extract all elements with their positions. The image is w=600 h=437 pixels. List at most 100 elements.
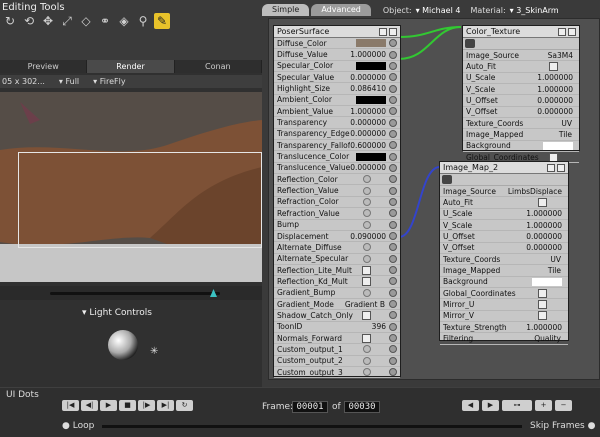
param-value[interactable]: 0.090000 <box>350 232 386 241</box>
node-row[interactable]: V_Offset 0.000000 <box>463 107 579 119</box>
light-sphere[interactable] <box>108 330 138 360</box>
input-connector-icon[interactable] <box>389 39 397 48</box>
renderer-dropdown[interactable]: ▾ FireFly <box>93 77 125 86</box>
node-row[interactable]: Custom_output_3 <box>274 367 400 379</box>
node-row[interactable]: Reflection_Kd_Mult <box>274 276 400 288</box>
param-value[interactable]: 0.000000 <box>350 73 386 82</box>
loop-label[interactable]: ● Loop <box>62 421 94 431</box>
tab-preview[interactable]: Preview <box>0 60 88 73</box>
help-icon[interactable] <box>363 243 371 252</box>
input-connector-icon[interactable] <box>389 141 397 150</box>
input-connector-icon[interactable] <box>389 254 397 263</box>
skip-frames-label[interactable]: Skip Frames ● <box>530 421 595 431</box>
edit-tool-icon[interactable]: ✎ <box>154 13 170 29</box>
input-connector-icon[interactable] <box>389 277 397 286</box>
node-row[interactable]: U_Scale 1.000000 <box>463 73 579 85</box>
node-row[interactable]: Gradient_Bump <box>274 288 400 299</box>
help-icon[interactable] <box>363 356 371 365</box>
param-value[interactable]: 1.000000 <box>526 323 562 332</box>
param-value[interactable]: 1.000000 <box>350 107 386 116</box>
node-preview-icon[interactable] <box>557 163 565 172</box>
magnify-tool-icon[interactable]: ⚲ <box>135 13 151 29</box>
input-connector-icon[interactable] <box>389 163 397 172</box>
key-icon-button[interactable]: ⊶ <box>502 400 532 411</box>
node-row[interactable]: Auto_Fit <box>463 61 579 73</box>
input-connector-icon[interactable] <box>389 266 397 275</box>
node-row[interactable]: Texture_Coords UV <box>463 118 579 130</box>
tab-advanced[interactable]: Advanced <box>311 4 371 16</box>
param-value[interactable]: 0.000000 <box>526 243 562 252</box>
node-row[interactable]: Transparency_Falloff 0.600000 <box>274 140 400 152</box>
param-value[interactable]: 0.000000 <box>537 96 573 105</box>
node-row[interactable]: Auto_Fit <box>440 197 568 209</box>
node-row[interactable]: Refraction_Color <box>274 197 400 209</box>
input-connector-icon[interactable] <box>389 322 397 331</box>
render-region-frame[interactable] <box>18 152 262 248</box>
node-row[interactable]: Ambient_Color <box>274 95 400 107</box>
param-checkbox[interactable] <box>538 198 547 208</box>
shader-canvas[interactable]: PoserSurface Diffuse_Color Diffuse_Value 1… <box>268 18 600 380</box>
input-connector-icon[interactable] <box>389 175 397 184</box>
param-value[interactable]: 1.000000 <box>526 209 562 218</box>
poser-surface-node[interactable]: PoserSurface Diffuse_Color Diffuse_Value 1… <box>273 25 401 379</box>
node-row[interactable]: Reflection_Value <box>274 185 400 197</box>
input-connector-icon[interactable] <box>389 197 397 206</box>
play-button[interactable]: ▶ <box>100 400 117 411</box>
help-icon[interactable] <box>363 186 371 195</box>
input-connector-icon[interactable] <box>389 345 397 354</box>
param-value[interactable]: 396 <box>350 322 386 331</box>
tab-render[interactable]: Render <box>87 60 175 73</box>
color-texture-node[interactable]: Color_Texture Image_Source Sa3M4 Auto_Fit U… <box>462 25 580 164</box>
param-value[interactable]: 0.000000 <box>350 163 386 172</box>
input-connector-icon[interactable] <box>389 50 397 59</box>
param-value[interactable]: Sa3M4 <box>537 51 573 60</box>
node-row[interactable]: Gradient_Mode Gradient B <box>274 299 400 311</box>
node-row[interactable]: Translucence_Value 0.000000 <box>274 163 400 175</box>
taper-tool-icon[interactable]: ◇ <box>78 13 94 29</box>
timeline-track[interactable] <box>102 425 522 428</box>
node-min-icon[interactable] <box>547 163 555 172</box>
color-swatch[interactable] <box>356 39 386 48</box>
node-row[interactable]: U_Offset 0.000000 <box>463 95 579 107</box>
to-end-button[interactable]: ▶| <box>157 400 174 411</box>
param-value[interactable]: LimbsDisplace <box>508 187 562 196</box>
loop-button[interactable]: ↻ <box>176 400 193 411</box>
node-row[interactable]: Transparency_Edge 0.000000 <box>274 129 400 141</box>
node-row[interactable]: V_Offset 0.000000 <box>440 243 568 255</box>
node-row[interactable]: U_Offset 0.000000 <box>440 231 568 243</box>
node-preview-icon[interactable] <box>568 27 576 36</box>
node-row[interactable]: Mirror_V <box>440 311 568 323</box>
input-connector-icon[interactable] <box>389 107 397 116</box>
current-frame-field[interactable]: 00001 <box>292 401 328 413</box>
add-key-button[interactable]: + <box>535 400 552 411</box>
node-row[interactable]: Translucence_Color <box>274 151 400 163</box>
stop-button[interactable]: ■ <box>119 400 136 411</box>
input-connector-icon[interactable] <box>389 152 397 161</box>
param-checkbox[interactable] <box>362 310 371 320</box>
param-dropdown[interactable]: UV <box>550 255 561 264</box>
input-connector-icon[interactable] <box>389 95 397 104</box>
input-connector-icon[interactable] <box>389 311 397 320</box>
scrubber-track[interactable] <box>50 292 220 295</box>
node-row[interactable]: Mirror_U <box>440 299 568 311</box>
input-connector-icon[interactable] <box>389 220 397 229</box>
to-start-button[interactable]: |◀ <box>62 400 79 411</box>
input-connector-icon[interactable] <box>389 73 397 82</box>
node-row[interactable]: V_Scale 1.000000 <box>440 220 568 232</box>
tab-conan[interactable]: Conan <box>175 60 262 73</box>
input-connector-icon[interactable] <box>389 243 397 252</box>
node-min-icon[interactable] <box>379 27 387 36</box>
param-value[interactable]: 1.000000 <box>526 221 562 230</box>
color-swatch[interactable] <box>543 141 573 150</box>
color-swatch[interactable] <box>356 61 386 70</box>
param-value[interactable]: 0.000000 <box>350 118 386 127</box>
node-row[interactable]: Specular_Value 0.000000 <box>274 72 400 84</box>
next-key-button[interactable]: ▶ <box>482 400 499 411</box>
param-value[interactable]: 1.000000 <box>537 85 573 94</box>
node-row[interactable]: Specular_Color <box>274 61 400 73</box>
node-row[interactable]: Transparency 0.000000 <box>274 117 400 129</box>
prev-key-button[interactable]: ◀ <box>462 400 479 411</box>
step-back-button[interactable]: ◀| <box>81 400 98 411</box>
node-row[interactable]: Texture_Coords UV <box>440 254 568 266</box>
tab-simple[interactable]: Simple <box>262 4 310 16</box>
